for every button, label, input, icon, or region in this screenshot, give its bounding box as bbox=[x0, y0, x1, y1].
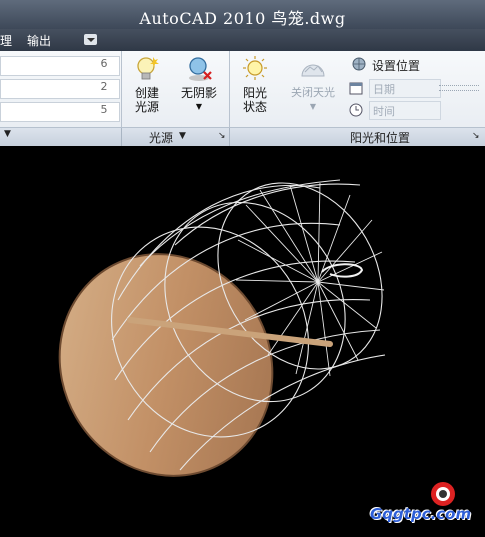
birdcage-model bbox=[58, 179, 386, 477]
sky-icon bbox=[301, 64, 325, 77]
wooden-base bbox=[58, 253, 274, 477]
create-light-button[interactable]: 创建 光源 bbox=[128, 54, 166, 114]
time-placeholder: 时间 bbox=[373, 105, 395, 118]
panel-title-sun[interactable]: 阳光和位置 bbox=[350, 129, 410, 146]
watermark-text: Gqgtpc.com bbox=[370, 505, 472, 523]
ribbon-field-value-3: 5 bbox=[100, 103, 108, 116]
ribbon-field-value-1: 6 bbox=[100, 57, 108, 70]
date-placeholder: 日期 bbox=[373, 83, 395, 96]
window-title: AutoCAD 2010 鸟笼.dwg bbox=[139, 9, 346, 28]
sky-off-label: 关闭天光 bbox=[291, 86, 335, 99]
date-field[interactable]: 日期 bbox=[369, 79, 441, 98]
time-field[interactable]: 时间 bbox=[369, 101, 441, 120]
chevron-down-icon: ▼ bbox=[309, 102, 317, 111]
dialog-launcher-icon[interactable]: ↘ bbox=[218, 131, 226, 141]
date-slider[interactable] bbox=[439, 85, 479, 91]
no-shadow-icon bbox=[189, 57, 212, 81]
clock-icon bbox=[349, 103, 363, 117]
dialog-launcher-icon[interactable]: ↘ bbox=[472, 131, 480, 141]
calendar-icon bbox=[349, 82, 363, 95]
menu-bar: 理 输出 bbox=[0, 29, 485, 51]
ribbon-panel-labels: ▼ 光源 ▼ ↘ 阳光和位置 ↘ bbox=[0, 127, 485, 146]
menu-item-output[interactable]: 输出 bbox=[27, 32, 51, 49]
chevron-down-icon[interactable]: ▼ bbox=[4, 129, 11, 139]
set-location-button[interactable]: 设置位置 bbox=[372, 57, 420, 74]
chevron-down-icon[interactable]: ▼ bbox=[179, 131, 186, 141]
menu-item-truncated[interactable]: 理 bbox=[0, 32, 12, 49]
sun-status-button[interactable]: 阳光 状态 bbox=[236, 54, 274, 114]
globe-icon bbox=[352, 57, 366, 71]
no-shadow-button[interactable]: 无阴影 ▼ bbox=[176, 54, 222, 114]
sun-status-label: 阳光 状态 bbox=[242, 86, 267, 114]
sky-off-button[interactable]: 关闭天光 ▼ bbox=[283, 54, 343, 114]
light-bulb-icon bbox=[137, 57, 159, 80]
panel-divider bbox=[121, 128, 122, 146]
create-light-label: 创建 光源 bbox=[134, 86, 159, 114]
panel-title-light[interactable]: 光源 bbox=[149, 129, 173, 146]
title-bar: AutoCAD 2010 鸟笼.dwg bbox=[0, 0, 485, 29]
menu-dropdown-button[interactable] bbox=[84, 34, 97, 45]
ribbon-field-value-2: 2 bbox=[100, 80, 108, 93]
no-shadow-label: 无阴影 bbox=[180, 86, 217, 100]
sun-icon bbox=[243, 56, 267, 80]
chevron-down-icon: ▼ bbox=[195, 102, 203, 111]
drawing-viewport[interactable] bbox=[0, 146, 485, 533]
panel-divider bbox=[229, 128, 230, 146]
